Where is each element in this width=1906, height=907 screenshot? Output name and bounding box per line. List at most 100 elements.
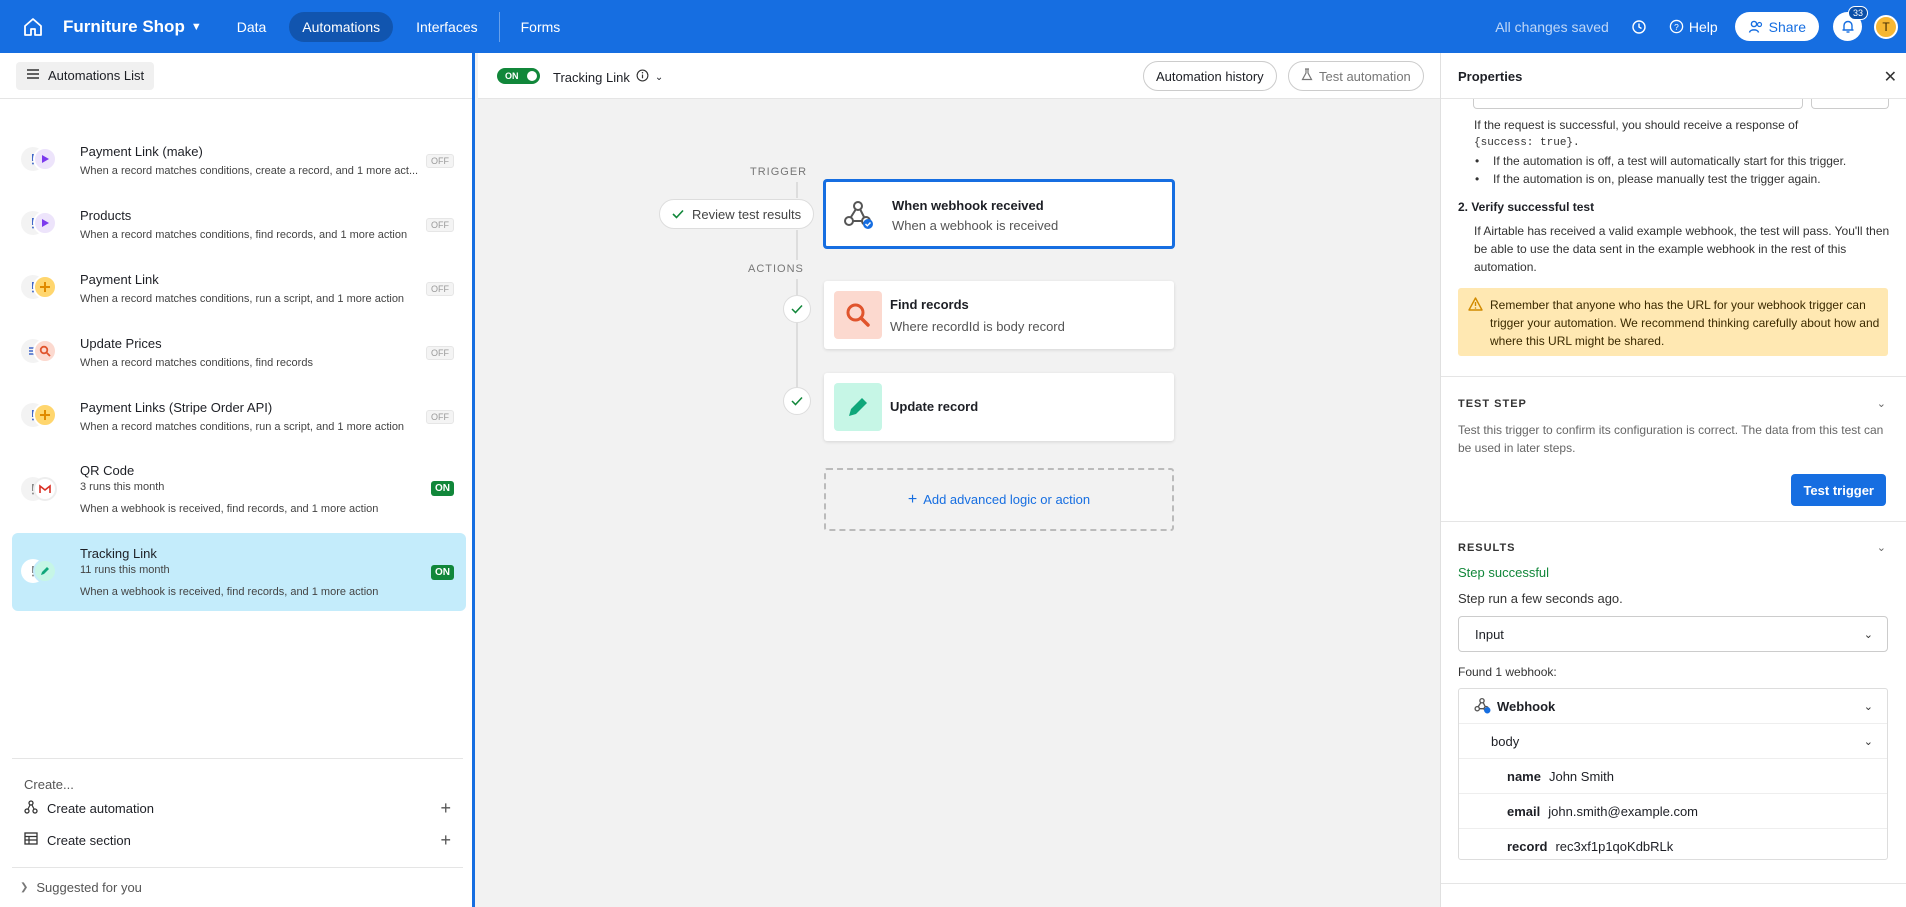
suggested-for-you-toggle[interactable]: ❯ Suggested for you <box>12 867 463 907</box>
field-row-record: record rec3xf1p1qoKdbRLk <box>1459 829 1887 864</box>
step-complete-check-icon <box>783 387 811 415</box>
test-step-title: TEST STEP <box>1458 398 1527 410</box>
flask-icon <box>1301 68 1313 84</box>
plus-icon <box>33 275 57 299</box>
user-avatar[interactable]: T <box>1874 14 1898 39</box>
find-records-card[interactable]: Find records Where recordId is body reco… <box>824 281 1174 349</box>
chevron-right-icon: ❯ <box>20 882 29 893</box>
trigger-card-subtitle: When a webhook is received <box>892 218 1059 233</box>
play-icon <box>33 147 57 171</box>
help-label: Help <box>1688 18 1718 35</box>
plus-icon: + <box>440 798 451 818</box>
suggested-label: Suggested for you <box>36 880 142 895</box>
pencil-icon <box>33 559 57 583</box>
plus-icon <box>33 403 57 427</box>
select-value: Input <box>1475 627 1504 642</box>
toggle-label: ON <box>505 71 519 81</box>
automation-canvas: ON Tracking Link ⌄ Automation history Te… <box>478 53 1440 907</box>
automations-list-button[interactable]: Automations List <box>16 61 155 90</box>
warning-text: Remember that anyone who has the URL for… <box>1490 298 1880 348</box>
automation-item-update-prices[interactable]: Update Prices When a record matches cond… <box>12 323 466 381</box>
automation-description: When a record matches conditions, run a … <box>80 421 405 433</box>
base-name: Furniture Shop <box>63 16 185 36</box>
automation-item-products[interactable]: Products When a record matches condition… <box>12 195 466 253</box>
status-badge: OFF <box>426 410 454 424</box>
table-icon <box>24 832 38 848</box>
update-record-card[interactable]: Update record <box>824 373 1174 441</box>
svg-text:?: ? <box>1674 22 1679 32</box>
webhook-data-tree: Webhook ⌄ body ⌄ name John Smith email j… <box>1458 688 1888 860</box>
tab-data[interactable]: Data <box>224 12 280 42</box>
input-output-select[interactable]: Input ⌄ <box>1458 616 1888 652</box>
field-value: john.smith@example.com <box>1548 803 1699 819</box>
automation-item-qr-code[interactable]: QR Code 3 runs this month When a webhook… <box>12 451 466 527</box>
test-trigger-button[interactable]: Test trigger <box>1791 474 1886 506</box>
history-icon[interactable] <box>1631 19 1651 35</box>
field-key: record <box>1507 839 1548 854</box>
search-icon <box>834 291 882 339</box>
trigger-card-title: When webhook received <box>892 198 1044 213</box>
automations-sidebar: Automations List Payment Link (make) Whe… <box>0 53 475 907</box>
field-row-email: email john.smith@example.com <box>1459 794 1887 829</box>
find-records-subtitle: Where recordId is body record <box>890 319 1065 334</box>
test-automation-button[interactable]: Test automation <box>1288 61 1424 91</box>
tab-automations[interactable]: Automations <box>289 11 394 42</box>
info-icon[interactable] <box>636 69 649 85</box>
create-section-label: Create section <box>47 832 131 848</box>
create-automation-button[interactable]: Create automation + <box>24 798 451 818</box>
connector-line <box>796 279 798 295</box>
help-button[interactable]: ? Help <box>1669 19 1718 35</box>
automation-on-toggle[interactable]: ON <box>497 68 540 84</box>
bullet-on: If the automation is on, please manually… <box>1493 172 1821 186</box>
check-icon <box>672 207 684 222</box>
chevron-down-icon: ⌄ <box>1863 735 1873 748</box>
update-record-title: Update record <box>890 399 979 414</box>
chevron-down-icon: ▼ <box>190 20 202 33</box>
trigger-card[interactable]: When webhook received When a webhook is … <box>824 180 1174 248</box>
base-name-dropdown[interactable]: Furniture Shop ▼ <box>63 17 202 37</box>
add-advanced-logic-button[interactable]: + Add advanced logic or action <box>824 468 1174 531</box>
automation-history-button[interactable]: Automation history <box>1143 61 1277 91</box>
share-button[interactable]: Share <box>1734 12 1819 41</box>
field-key: name <box>1507 768 1541 784</box>
status-badge: OFF <box>426 218 454 232</box>
automation-description: When a record matches conditions, find r… <box>80 357 313 369</box>
step-complete-check-icon <box>783 295 811 323</box>
close-icon[interactable]: ✕ <box>1884 67 1897 87</box>
webhook-icon <box>834 190 882 238</box>
home-icon[interactable] <box>19 13 47 41</box>
tab-forms[interactable]: Forms <box>508 12 574 42</box>
security-warning: Remember that anyone who has the URL for… <box>1458 288 1888 356</box>
automation-item-tracking-link[interactable]: Tracking Link 11 runs this month When a … <box>12 533 466 611</box>
automation-item-payment-link-make[interactable]: Payment Link (make) When a record matche… <box>12 131 466 189</box>
automation-title-dropdown[interactable]: Tracking Link ⌄ <box>553 69 663 85</box>
webhook-row[interactable]: Webhook ⌄ <box>1459 689 1887 724</box>
body-row[interactable]: body ⌄ <box>1459 724 1887 759</box>
automation-item-payment-links-stripe[interactable]: Payment Links (Stripe Order API) When a … <box>12 387 466 445</box>
field-value: John Smith <box>1548 768 1615 784</box>
tab-interfaces[interactable]: Interfaces <box>403 12 490 42</box>
review-test-results-label: Review test results <box>692 206 802 222</box>
bullet-dot: • <box>1475 172 1480 186</box>
review-test-results-button[interactable]: Review test results <box>659 199 815 229</box>
chevron-down-icon[interactable]: ⌄ <box>1877 397 1886 410</box>
toggle-knob <box>527 71 537 81</box>
bullet-dot: • <box>1475 154 1480 168</box>
create-section-button[interactable]: Create section + <box>24 830 451 850</box>
warning-icon <box>1468 297 1483 314</box>
automation-item-payment-link[interactable]: Payment Link When a record matches condi… <box>12 259 466 317</box>
chevron-down-icon[interactable]: ⌄ <box>1877 541 1886 554</box>
automation-name: Payment Link (make) <box>80 144 203 159</box>
automation-description: When a webhook is received, find records… <box>80 586 379 598</box>
hamburger-icon <box>26 68 40 83</box>
search-icon <box>33 339 57 363</box>
pencil-icon <box>834 383 882 431</box>
bell-icon <box>1842 20 1853 33</box>
add-logic-label: Add advanced logic or action <box>923 492 1091 507</box>
body-label: body <box>1491 733 1520 749</box>
save-status: All changes saved <box>1495 18 1609 35</box>
automation-description: When a record matches conditions, find r… <box>80 229 408 241</box>
trigger-section-label: TRIGGER <box>750 166 808 178</box>
automation-description: When a record matches conditions, run a … <box>80 293 405 305</box>
notifications-button[interactable]: 33 <box>1833 6 1868 41</box>
